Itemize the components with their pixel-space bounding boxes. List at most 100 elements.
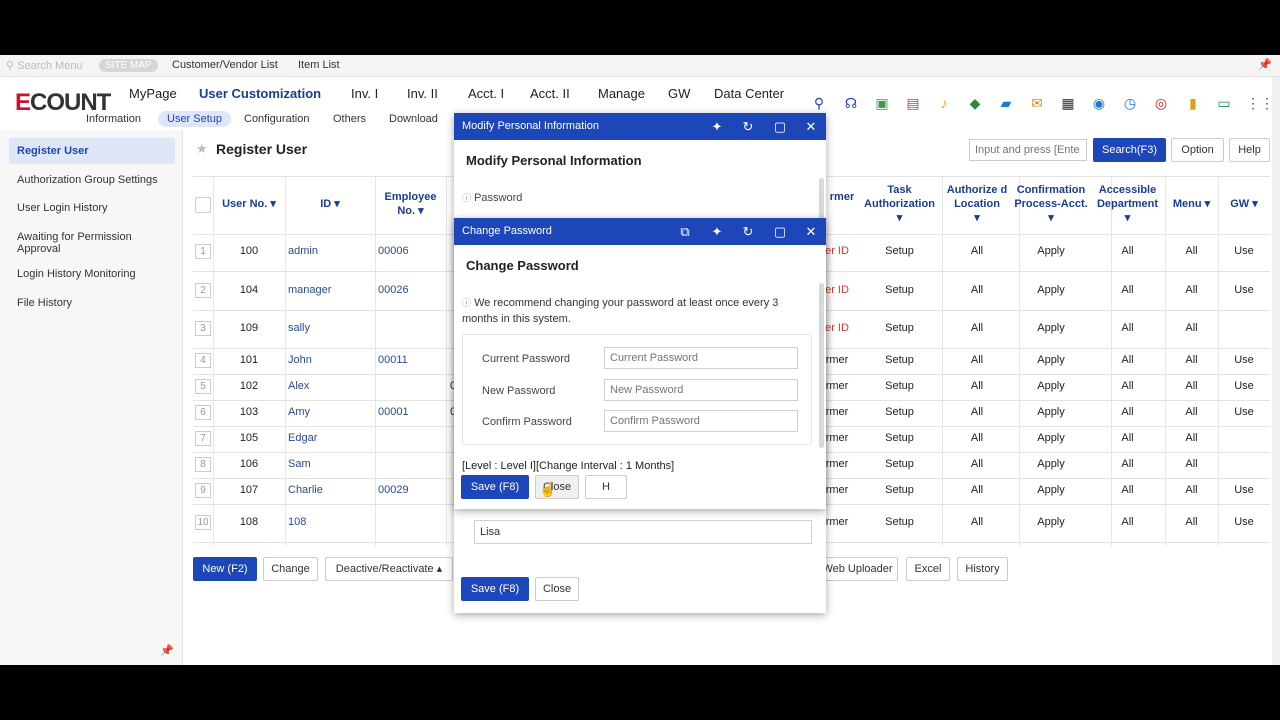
cell-accessible-department[interactable]: All — [1090, 406, 1165, 418]
header-user-no[interactable]: User No. ▾ — [213, 197, 285, 211]
maximize-icon[interactable]: ▢ — [773, 113, 787, 140]
cell-authorized-location[interactable]: All — [942, 380, 1012, 392]
sitemap-button[interactable]: SITE MAP — [99, 59, 158, 72]
row-number[interactable]: 4 — [195, 353, 211, 368]
row-number[interactable]: 9 — [195, 483, 211, 498]
cell-authorized-location[interactable]: All — [942, 484, 1012, 496]
cell-id[interactable]: John — [288, 354, 373, 366]
cell-authorized-location[interactable]: All — [942, 458, 1012, 470]
header-id[interactable]: ID ▾ — [285, 197, 375, 211]
cell-authorized-location[interactable]: All — [942, 322, 1012, 334]
cell-id[interactable]: manager — [288, 284, 373, 296]
subnav-download[interactable]: Download — [380, 111, 447, 127]
cell-menu[interactable]: All — [1165, 284, 1218, 296]
cell-confirmation-process[interactable]: Apply — [1012, 484, 1090, 496]
cell-task-authorization[interactable]: Setup — [857, 484, 942, 496]
apps-grid-icon[interactable]: ⋮⋮ — [1246, 94, 1274, 112]
cell-accessible-department[interactable]: All — [1090, 284, 1165, 296]
history-button[interactable]: History — [957, 557, 1008, 581]
cell-confirmation-process[interactable]: Apply — [1012, 458, 1090, 470]
refresh-icon[interactable]: ↻ — [741, 113, 755, 140]
popout-icon[interactable]: ⧉ — [678, 218, 692, 245]
cell-menu[interactable]: All — [1165, 380, 1218, 392]
row-number[interactable]: 7 — [195, 431, 211, 446]
cell-task-authorization[interactable]: Setup — [857, 458, 942, 470]
modify-save-button[interactable]: Save (F8) — [461, 577, 529, 601]
chat-icon[interactable]: ▰ — [997, 94, 1015, 112]
search-input[interactable] — [969, 139, 1087, 161]
ecount-circle-icon[interactable]: ◎ — [1152, 94, 1170, 112]
pin-icon[interactable]: 📌 — [1258, 58, 1272, 71]
subnav-others[interactable]: Others — [324, 111, 375, 127]
row-number[interactable]: 3 — [195, 321, 211, 336]
cell-menu[interactable]: All — [1165, 322, 1218, 334]
cell-id[interactable]: Alex — [288, 380, 373, 392]
header-task-authorization[interactable]: Task Authorization ▾ — [857, 183, 942, 225]
web-uploader-button[interactable]: Web Uploader — [818, 557, 898, 581]
maximize-icon[interactable]: ▢ — [773, 218, 787, 245]
cell-authorized-location[interactable]: All — [942, 284, 1012, 296]
search-button[interactable]: Search(F3) — [1093, 138, 1166, 162]
cell-task-authorization[interactable]: Setup — [857, 245, 942, 257]
bell-icon[interactable]: ♪ — [935, 94, 953, 112]
cell-confirmation-process[interactable]: Apply — [1012, 245, 1090, 257]
cell-menu[interactable]: All — [1165, 354, 1218, 366]
favorite-star-icon[interactable]: ★ — [196, 141, 208, 157]
row-number[interactable]: 5 — [195, 379, 211, 394]
h-button[interactable]: H — [585, 475, 627, 499]
customer-vendor-list-link[interactable]: Customer/Vendor List — [172, 59, 278, 71]
nav-gw[interactable]: GW — [668, 86, 690, 101]
cell-accessible-department[interactable]: All — [1090, 354, 1165, 366]
sidebar-item-file-history[interactable]: File History — [9, 297, 175, 309]
refresh-icon[interactable]: ↻ — [741, 218, 755, 245]
cell-task-authorization[interactable]: Setup — [857, 432, 942, 444]
add-window-icon[interactable]: ▣ — [873, 94, 891, 112]
cell-authorized-location[interactable]: All — [942, 516, 1012, 528]
sidebar-item-authorization-group[interactable]: Authorization Group Settings — [9, 174, 175, 186]
cell-id[interactable]: sally — [288, 322, 373, 334]
cell-menu[interactable]: All — [1165, 484, 1218, 496]
nav-inv-2[interactable]: Inv. II — [407, 86, 438, 101]
cell-accessible-department[interactable]: All — [1090, 380, 1165, 392]
cell-id[interactable]: admin — [288, 245, 373, 257]
cell-accessible-department[interactable]: All — [1090, 245, 1165, 257]
cell-menu[interactable]: All — [1165, 458, 1218, 470]
cell-confirmation-process[interactable]: Apply — [1012, 516, 1090, 528]
bookmark-icon[interactable]: ▮ — [1184, 94, 1202, 112]
modify-dialog-titlebar[interactable]: Modify Personal Information ✦ ↻ ▢ ✕ — [454, 113, 826, 140]
sidebar-item-awaiting-approval[interactable]: Awaiting for Permission Approval — [9, 231, 159, 255]
confirm-password-input[interactable] — [604, 410, 798, 432]
header-authorized-location[interactable]: Authorize d Location ▾ — [942, 183, 1012, 225]
nav-data-center[interactable]: Data Center — [714, 86, 784, 101]
sidebar-item-login-history-monitoring[interactable]: Login History Monitoring — [9, 268, 175, 280]
calendar-icon[interactable]: ▤ — [904, 94, 922, 112]
cell-accessible-department[interactable]: All — [1090, 516, 1165, 528]
cell-accessible-department[interactable]: All — [1090, 432, 1165, 444]
cell-menu[interactable]: All — [1165, 516, 1218, 528]
header-menu[interactable]: Menu ▾ — [1165, 197, 1218, 211]
row-number[interactable]: 2 — [195, 283, 211, 298]
cell-confirmation-process[interactable]: Apply — [1012, 432, 1090, 444]
cell-accessible-department[interactable]: All — [1090, 484, 1165, 496]
header-former[interactable]: rmer — [827, 190, 857, 204]
cell-task-authorization[interactable]: Setup — [857, 516, 942, 528]
cell-id[interactable]: Charlie — [288, 484, 373, 496]
cell-id[interactable]: Edgar — [288, 432, 373, 444]
row-number[interactable]: 6 — [195, 405, 211, 420]
cell-task-authorization[interactable]: Setup — [857, 406, 942, 418]
current-password-input[interactable] — [604, 347, 798, 369]
header-accessible-department[interactable]: Accessible Department ▾ — [1090, 183, 1165, 225]
clock-icon[interactable]: ◷ — [1121, 94, 1139, 112]
header-gw[interactable]: GW ▾ — [1218, 197, 1270, 211]
cell-authorized-location[interactable]: All — [942, 354, 1012, 366]
cell-accessible-department[interactable]: All — [1090, 458, 1165, 470]
nav-mypage[interactable]: MyPage — [129, 86, 177, 101]
cell-id[interactable]: Amy — [288, 406, 373, 418]
new-password-input[interactable] — [604, 379, 798, 401]
excel-button[interactable]: Excel — [906, 557, 950, 581]
cell-menu[interactable]: All — [1165, 245, 1218, 257]
subnav-configuration[interactable]: Configuration — [235, 111, 318, 127]
page-scrollbar[interactable] — [1272, 77, 1280, 665]
cell-confirmation-process[interactable]: Apply — [1012, 406, 1090, 418]
new-button[interactable]: New (F2) — [193, 557, 257, 581]
